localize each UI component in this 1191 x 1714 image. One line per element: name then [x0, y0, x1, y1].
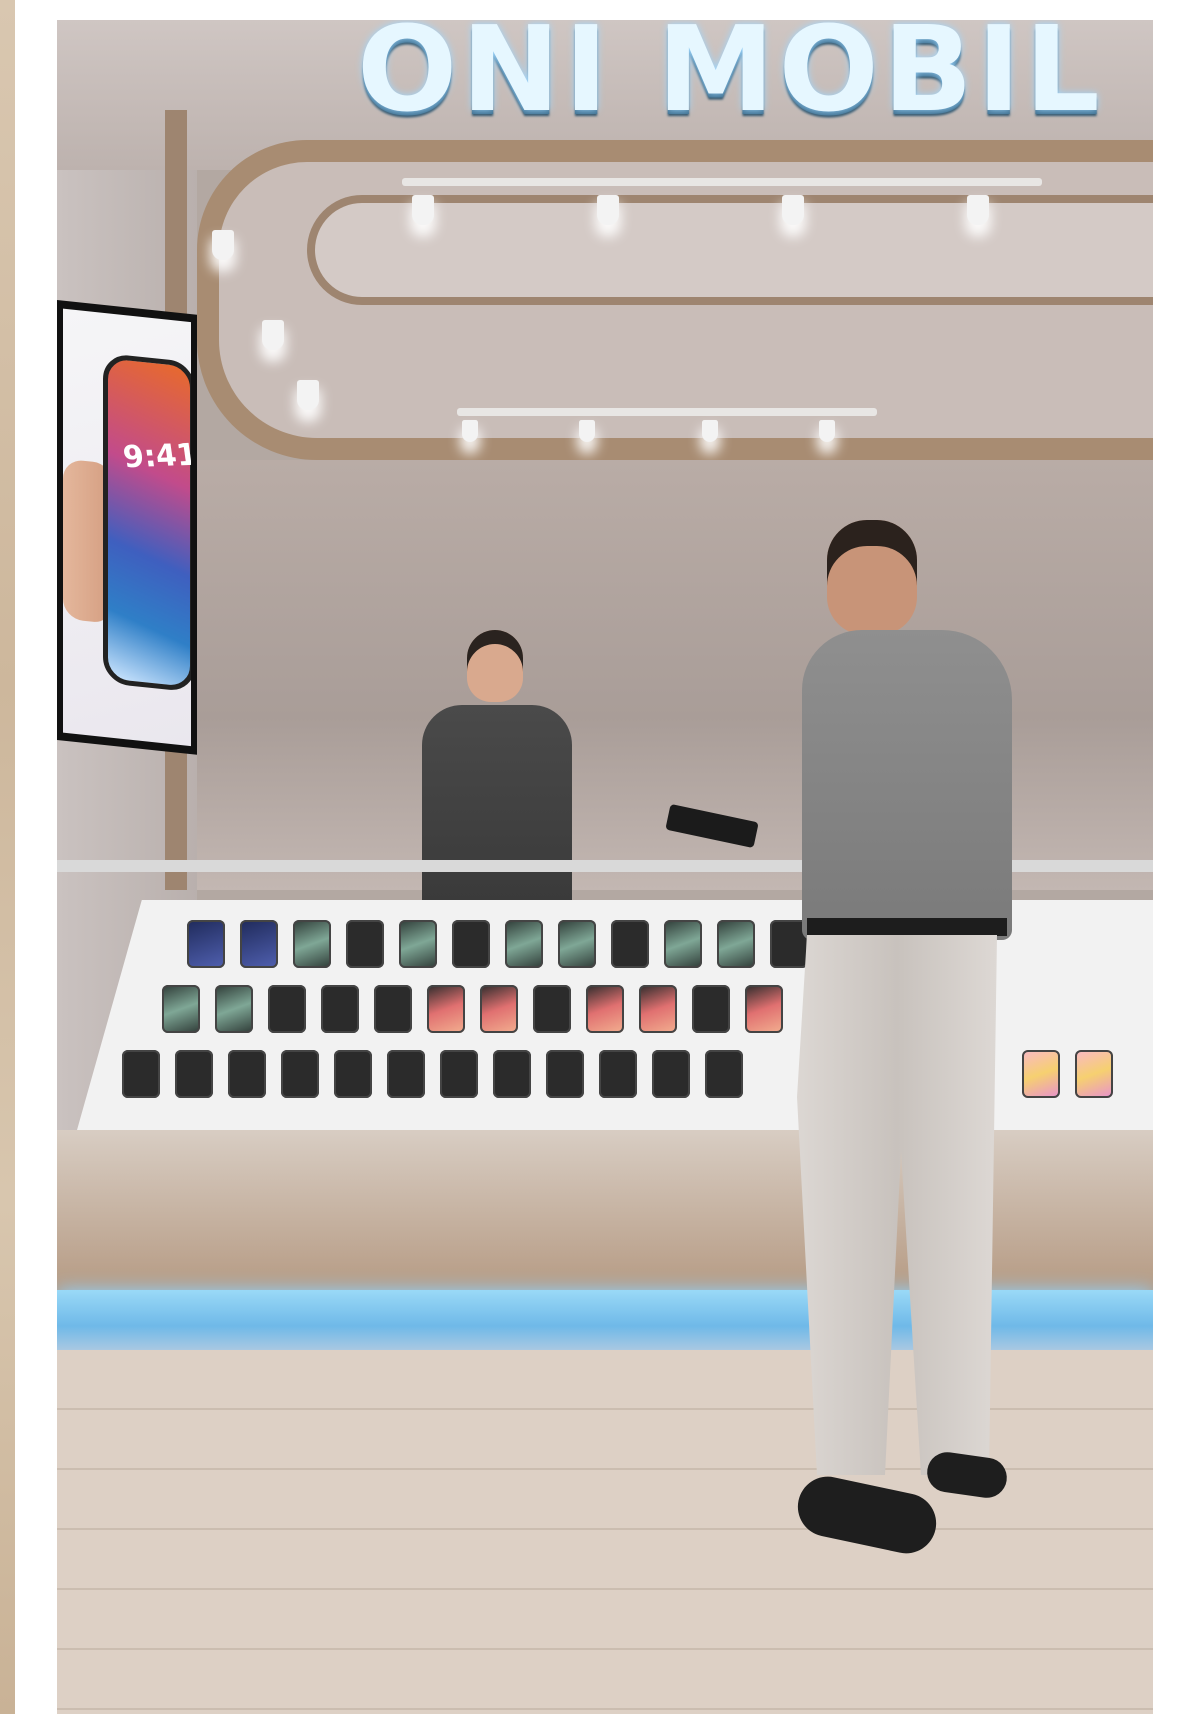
phone-row — [162, 985, 798, 1033]
display-phone — [705, 1050, 743, 1098]
spotlight — [262, 320, 284, 350]
left-edge-strip — [0, 0, 15, 1714]
display-phone — [452, 920, 490, 968]
display-phone — [399, 920, 437, 968]
display-phone — [505, 920, 543, 968]
spotlight — [462, 420, 478, 442]
phone-time-text: 9:41 — [120, 437, 191, 476]
staff-person — [412, 620, 572, 920]
customer-belt — [807, 918, 1007, 936]
customer-shoe — [924, 1449, 1010, 1501]
display-phone — [374, 985, 412, 1033]
staff-head — [467, 630, 523, 702]
spotlight — [702, 420, 718, 442]
display-phone — [240, 920, 278, 968]
display-phone — [427, 985, 465, 1033]
display-phone — [387, 1050, 425, 1098]
display-phone — [599, 1050, 637, 1098]
spotlight — [819, 420, 835, 442]
display-phone — [228, 1050, 266, 1098]
light-track — [402, 178, 1042, 186]
display-phone — [546, 1050, 584, 1098]
display-phone — [440, 1050, 478, 1098]
display-phone — [268, 985, 306, 1033]
display-phone — [639, 985, 677, 1033]
screen-content: 9:41 — [63, 308, 191, 747]
spotlight — [412, 195, 434, 225]
staff-jacket — [422, 705, 572, 915]
customer-shoe — [792, 1471, 942, 1559]
display-phone — [480, 985, 518, 1033]
spotlight — [579, 420, 595, 442]
display-phone — [175, 1050, 213, 1098]
light-track — [457, 408, 877, 416]
display-phone — [215, 985, 253, 1033]
display-phone — [293, 920, 331, 968]
display-phone — [346, 920, 384, 968]
brand-sign: ONI MOBIL — [357, 20, 1104, 138]
store-render-photo: ONI MOBIL 9:41 — [57, 20, 1153, 1714]
phone-row — [122, 1050, 758, 1098]
advertising-screen: 9:41 — [57, 300, 197, 755]
spotlight — [782, 195, 804, 225]
phone-row — [187, 920, 823, 968]
customer-person — [757, 510, 1057, 1640]
display-phone — [162, 985, 200, 1033]
customer-shirt — [802, 630, 1012, 940]
spotlight — [212, 230, 234, 260]
display-phone — [187, 920, 225, 968]
display-phone — [281, 1050, 319, 1098]
customer-trousers — [797, 935, 997, 1475]
display-phone — [122, 1050, 160, 1098]
spotlight — [967, 195, 989, 225]
display-phone — [533, 985, 571, 1033]
spotlight — [297, 380, 319, 410]
display-phone — [717, 920, 755, 968]
display-phone — [586, 985, 624, 1033]
display-phone — [493, 1050, 531, 1098]
phone-ad-image — [103, 352, 191, 693]
display-phone — [558, 920, 596, 968]
display-phone — [1075, 1050, 1113, 1098]
display-phone — [692, 985, 730, 1033]
spotlight — [597, 195, 619, 225]
display-phone — [611, 920, 649, 968]
display-phone — [334, 1050, 372, 1098]
display-phone — [321, 985, 359, 1033]
customer-head — [827, 520, 917, 635]
display-phone — [664, 920, 702, 968]
display-phone — [652, 1050, 690, 1098]
